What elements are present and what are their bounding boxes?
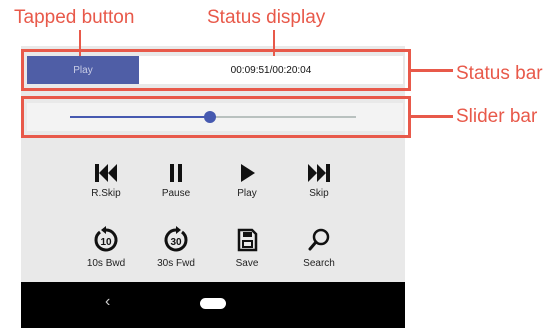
- home-icon[interactable]: [200, 298, 226, 309]
- search-icon: [308, 228, 330, 251]
- skip-button[interactable]: Skip: [289, 162, 349, 199]
- pause-label: Pause: [161, 188, 191, 199]
- pause-button[interactable]: Pause: [146, 162, 206, 199]
- 10s-bwd-button[interactable]: 10 10s Bwd: [76, 226, 136, 269]
- forward-30-icon: 30: [164, 226, 188, 252]
- save-icon: [237, 228, 258, 252]
- play-icon: [241, 164, 255, 182]
- save-label: Save: [235, 258, 259, 269]
- status-display-callout: Status display: [207, 7, 326, 28]
- svg-text:30: 30: [170, 237, 182, 248]
- search-button[interactable]: Search: [289, 226, 349, 269]
- play-label: Play: [237, 188, 257, 199]
- slider-bar-leader: [411, 115, 453, 118]
- slider-bar-highlight: [21, 96, 411, 138]
- rskip-button[interactable]: R.Skip: [76, 162, 136, 199]
- tapped-button-leader: [79, 30, 81, 56]
- skip-back-icon: [95, 164, 117, 182]
- rewind-10-icon: 10: [94, 226, 118, 252]
- pause-icon: [170, 164, 182, 182]
- play-button[interactable]: Play: [217, 162, 277, 199]
- navigation-bar: ‹: [21, 282, 405, 328]
- skip-forward-icon: [308, 164, 330, 182]
- status-bar-leader: [411, 69, 453, 72]
- svg-text:10: 10: [100, 237, 112, 248]
- back-icon[interactable]: ‹: [105, 294, 110, 310]
- search-label: Search: [303, 258, 335, 269]
- status-display-leader: [273, 30, 275, 56]
- rskip-label: R.Skip: [91, 188, 121, 199]
- skip-label: Skip: [309, 188, 329, 199]
- 30s-fwd-label: 30s Fwd: [157, 258, 195, 269]
- 10s-bwd-label: 10s Bwd: [86, 258, 126, 269]
- tapped-button-callout: Tapped button: [14, 7, 135, 28]
- status-bar-callout: Status bar: [456, 63, 543, 84]
- save-button[interactable]: Save: [217, 226, 277, 269]
- 30s-fwd-button[interactable]: 30 30s Fwd: [146, 226, 206, 269]
- slider-bar-callout: Slider bar: [456, 106, 538, 127]
